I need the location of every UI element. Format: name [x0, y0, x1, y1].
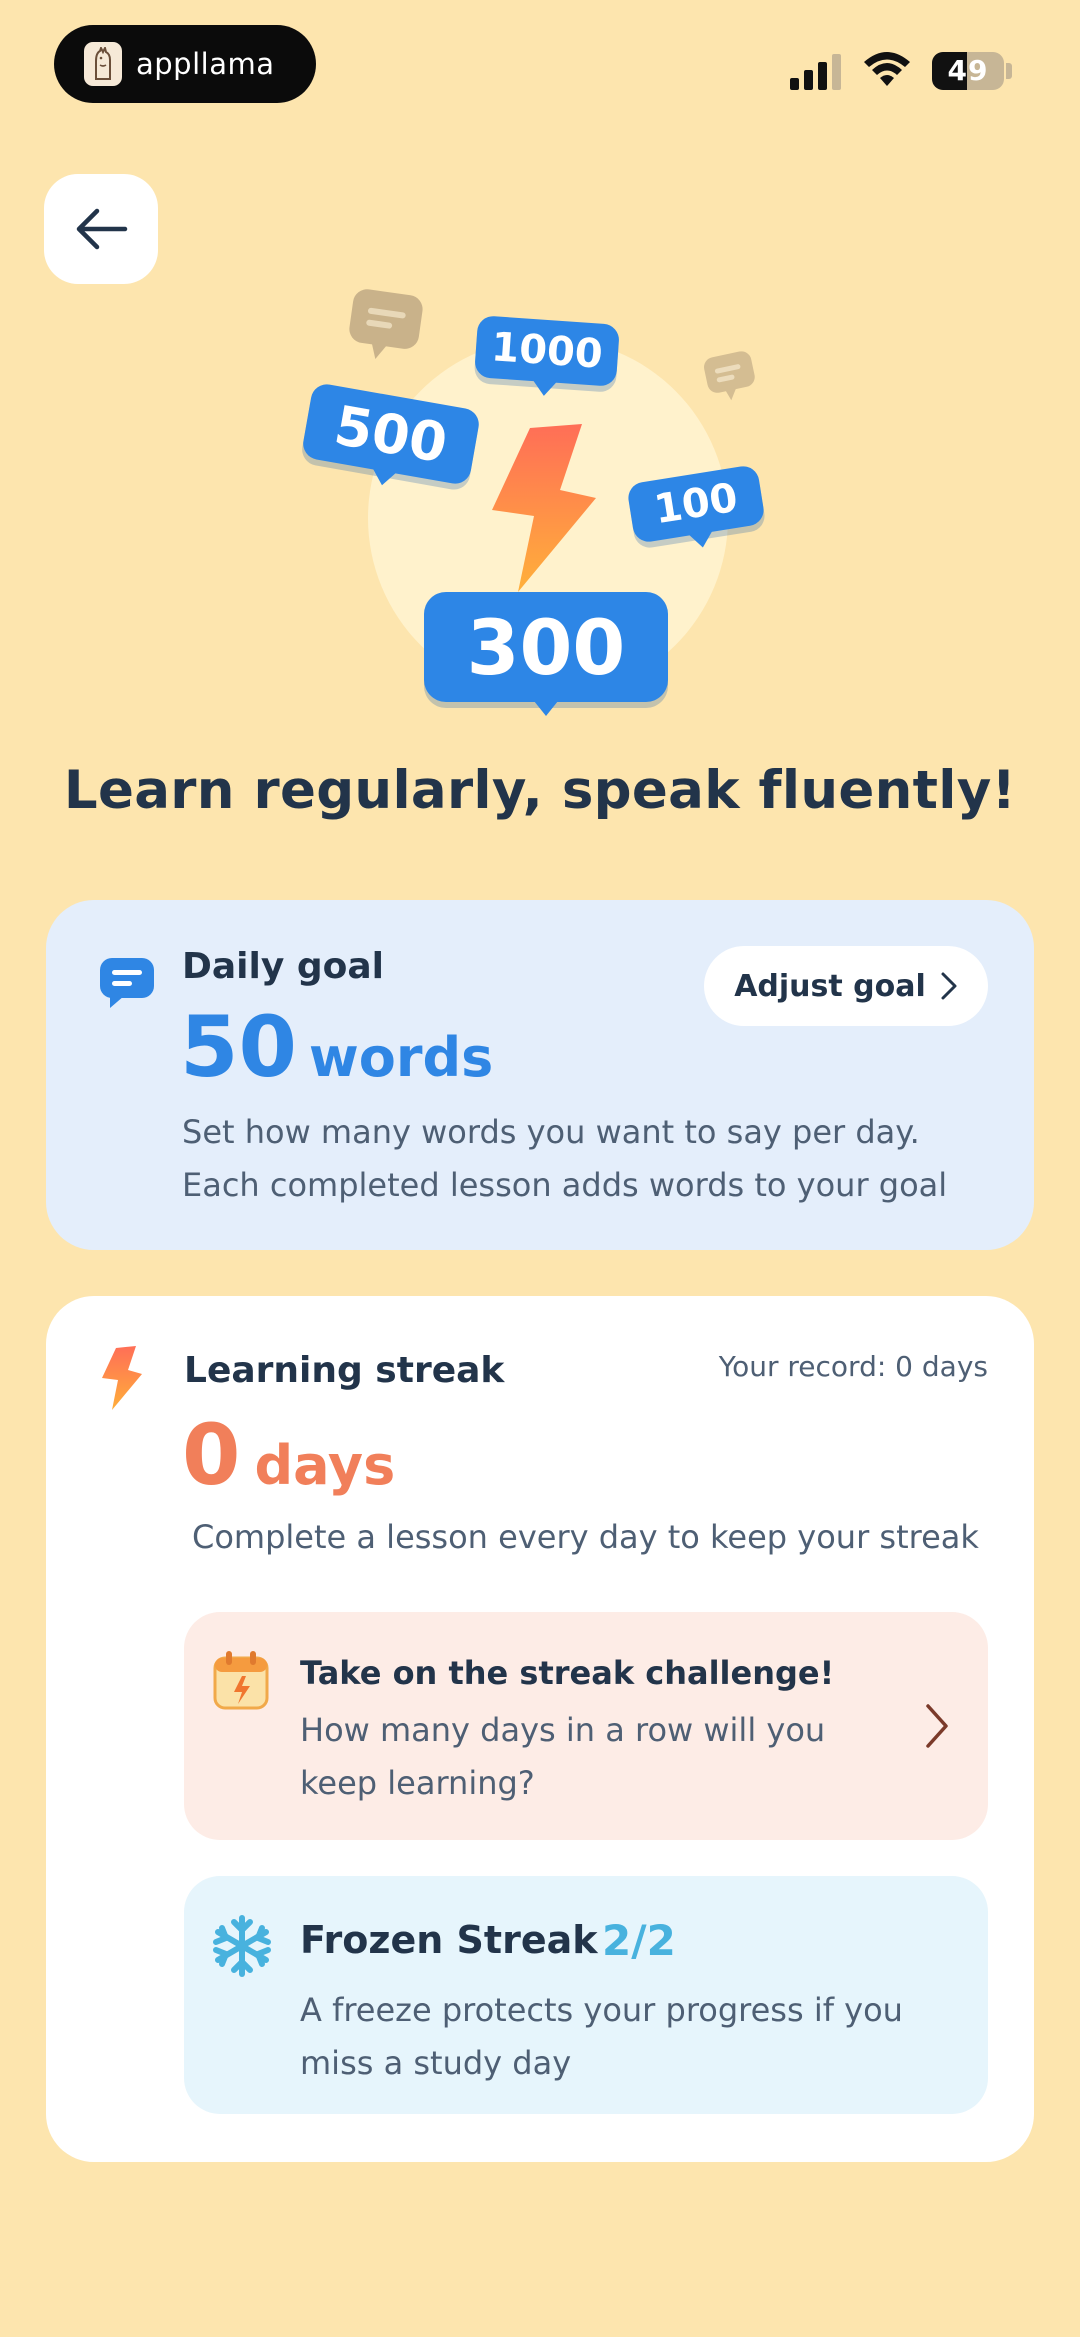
daily-goal-description: Set how many words you want to say per d…	[182, 1113, 948, 1204]
streak-number: 0	[182, 1406, 241, 1504]
wifi-icon	[864, 52, 910, 86]
hero-illustration: 1000 500 100 300	[290, 278, 790, 718]
streak-record: Your record: 0 days	[718, 1350, 988, 1383]
daily-goal-label: Daily goal	[182, 946, 384, 987]
lightning-icon	[102, 1346, 142, 1410]
battery-nub	[1006, 63, 1012, 79]
lightning-illustration-icon	[492, 424, 596, 592]
streak-value: 0 days	[182, 1406, 395, 1504]
chevron-right-icon	[926, 1704, 948, 1748]
adjust-goal-label: Adjust goal	[734, 968, 926, 1004]
chat-bubble-decoration-icon	[704, 351, 755, 401]
back-arrow-icon	[76, 208, 128, 250]
app-indicator-pill[interactable]: appllama	[54, 25, 316, 103]
learning-streak-label: Learning streak	[184, 1350, 505, 1391]
chat-bubble-decoration-icon	[349, 289, 423, 359]
chevron-right-icon	[941, 972, 957, 1000]
snowflake-icon	[213, 1915, 271, 1977]
battery-indicator: 49	[932, 52, 1004, 90]
streak-challenge-description: How many days in a row will you keep lea…	[300, 1711, 826, 1802]
daily-goal-card: Daily goal 50 words Set how many words yo…	[46, 900, 1034, 1250]
word-count-bubble: 300	[424, 592, 668, 716]
status-bar: appllama 49	[0, 0, 1080, 130]
word-count-bubble: 1000	[474, 315, 620, 387]
frozen-streak-card: Frozen Streak 2/2 A freeze protects your…	[184, 1876, 988, 2114]
streak-challenge-title: Take on the streak challenge!	[300, 1654, 835, 1692]
streak-unit: days	[254, 1434, 396, 1497]
streak-challenge-card[interactable]: Take on the streak challenge! How many d…	[184, 1612, 988, 1840]
calendar-icon	[213, 1651, 269, 1710]
daily-goal-value: 50 words	[180, 998, 493, 1096]
chat-bubble-icon	[100, 958, 154, 1008]
frozen-streak-count: 2/2	[602, 1916, 676, 1965]
llama-logo-icon	[84, 42, 122, 86]
back-button[interactable]	[44, 174, 158, 284]
streak-description: Complete a lesson every day to keep your…	[192, 1518, 979, 1556]
daily-goal-number: 50	[180, 998, 297, 1096]
adjust-goal-button[interactable]: Adjust goal	[704, 946, 988, 1026]
learning-streak-card: Learning streak Your record: 0 days 0 day…	[46, 1296, 1034, 2162]
cellular-signal-icon	[790, 54, 841, 90]
app-name: appllama	[136, 47, 275, 81]
daily-goal-unit: words	[308, 1026, 494, 1089]
frozen-streak-title: Frozen Streak	[300, 1918, 598, 1962]
page-title: Learn regularly, speak fluently!	[63, 760, 1017, 821]
frozen-streak-description: A freeze protects your progress if you m…	[300, 1991, 903, 2082]
battery-level: 49	[947, 54, 989, 87]
